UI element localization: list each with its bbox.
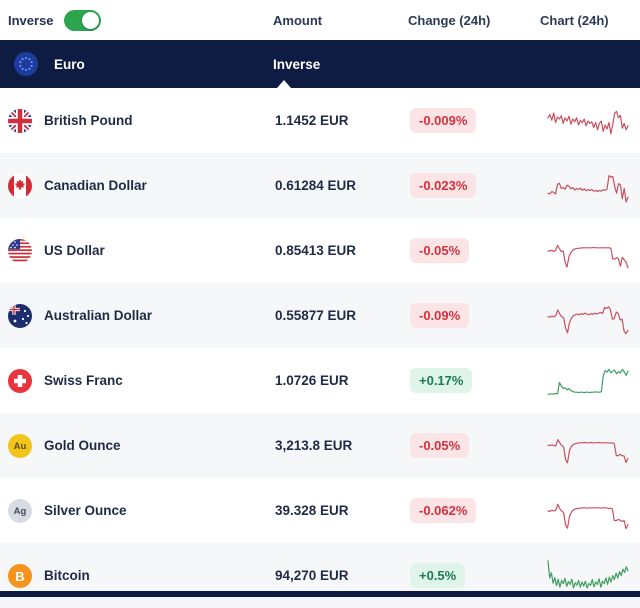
amount-value: 3,213.8 EUR bbox=[273, 438, 408, 453]
currency-row[interactable]: Ag Silver Ounce 39.328 EUR-0.062% bbox=[0, 478, 640, 543]
change-cell: -0.09% bbox=[408, 303, 540, 328]
base-currency-row[interactable]: Euro Inverse bbox=[0, 40, 640, 88]
change-badge: -0.05% bbox=[410, 238, 469, 263]
currency-name: Swiss Franc bbox=[44, 373, 123, 388]
sparkline-chart bbox=[540, 98, 640, 144]
change-cell: +0.17% bbox=[408, 368, 540, 393]
currency-cell: Australian Dollar bbox=[0, 304, 273, 328]
amount-value: 0.85413 EUR bbox=[273, 243, 408, 258]
change-cell: -0.009% bbox=[408, 108, 540, 133]
change-cell: -0.05% bbox=[408, 238, 540, 263]
currency-name: Australian Dollar bbox=[44, 308, 152, 323]
column-header-chart: Chart (24h) bbox=[540, 13, 640, 28]
currency-row[interactable]: Au Gold Ounce 3,213.8 EUR-0.05% bbox=[0, 413, 640, 478]
svg-text:Ag: Ag bbox=[14, 506, 27, 517]
au-flag-icon bbox=[8, 304, 32, 328]
currency-row[interactable]: Canadian Dollar 0.61284 EUR-0.023% bbox=[0, 153, 640, 218]
svg-text:Au: Au bbox=[14, 441, 27, 452]
currency-cell: Ag Silver Ounce bbox=[0, 499, 273, 523]
ca-flag-icon bbox=[8, 174, 32, 198]
inverse-toggle-label: Inverse bbox=[8, 13, 54, 28]
currency-cell: British Pound bbox=[0, 109, 273, 133]
inverse-column-label: Inverse bbox=[273, 57, 640, 72]
change-badge: +0.17% bbox=[410, 368, 472, 393]
amount-value: 94,270 EUR bbox=[273, 568, 408, 583]
currency-cell: Canadian Dollar bbox=[0, 174, 273, 198]
sparkline-chart bbox=[540, 293, 640, 339]
currency-cell: US Dollar bbox=[0, 239, 273, 263]
change-cell: -0.05% bbox=[408, 433, 540, 458]
ch-flag-icon bbox=[8, 369, 32, 393]
column-header-amount: Amount bbox=[273, 13, 408, 28]
change-cell: -0.023% bbox=[408, 173, 540, 198]
currency-row[interactable]: Swiss Franc 1.0726 EUR+0.17% bbox=[0, 348, 640, 413]
footer-divider bbox=[0, 591, 640, 597]
currency-row[interactable]: British Pound 1.1452 EUR-0.009% bbox=[0, 88, 640, 153]
amount-value: 1.0726 EUR bbox=[273, 373, 408, 388]
currency-row[interactable]: US Dollar 0.85413 EUR-0.05% bbox=[0, 218, 640, 283]
sparkline-chart bbox=[540, 163, 640, 209]
base-currency-cell: Euro bbox=[0, 52, 273, 76]
toggle-knob-icon bbox=[82, 12, 99, 29]
change-badge: -0.05% bbox=[410, 433, 469, 458]
change-cell: -0.062% bbox=[408, 498, 540, 523]
currency-name: Gold Ounce bbox=[44, 438, 121, 453]
inverse-toggle-group: Inverse bbox=[0, 10, 273, 31]
change-badge: -0.009% bbox=[410, 108, 476, 133]
sparkline-chart bbox=[540, 423, 640, 469]
currency-row[interactable]: B Bitcoin 94,270 EUR+0.5% bbox=[0, 543, 640, 608]
currency-name: Canadian Dollar bbox=[44, 178, 147, 193]
sparkline-chart bbox=[540, 358, 640, 404]
eu-flag-icon bbox=[14, 52, 38, 76]
amount-value: 0.61284 EUR bbox=[273, 178, 408, 193]
column-header-change: Change (24h) bbox=[408, 13, 540, 28]
change-badge: -0.023% bbox=[410, 173, 476, 198]
us-flag-icon bbox=[8, 239, 32, 263]
amount-value: 0.55877 EUR bbox=[273, 308, 408, 323]
inverse-toggle-switch[interactable] bbox=[64, 10, 101, 31]
change-badge: -0.062% bbox=[410, 498, 476, 523]
sparkline-chart bbox=[540, 488, 640, 534]
sparkline-chart bbox=[540, 228, 640, 274]
uk-flag-icon bbox=[8, 109, 32, 133]
currency-name: US Dollar bbox=[44, 243, 105, 258]
change-badge: -0.09% bbox=[410, 303, 469, 328]
change-cell: +0.5% bbox=[408, 563, 540, 588]
svg-text:B: B bbox=[15, 569, 24, 584]
btc-icon: B bbox=[8, 564, 32, 588]
rows: British Pound 1.1452 EUR-0.009% Canadian D… bbox=[0, 88, 640, 608]
base-currency-name: Euro bbox=[54, 57, 85, 72]
change-badge: +0.5% bbox=[410, 563, 465, 588]
caret-up-icon bbox=[277, 80, 291, 88]
currency-name: Silver Ounce bbox=[44, 503, 127, 518]
amount-value: 1.1452 EUR bbox=[273, 113, 408, 128]
table-header: Inverse Amount Change (24h) Chart (24h) bbox=[0, 0, 640, 40]
amount-value: 39.328 EUR bbox=[273, 503, 408, 518]
currency-cell: Swiss Franc bbox=[0, 369, 273, 393]
currency-name: British Pound bbox=[44, 113, 133, 128]
currency-name: Bitcoin bbox=[44, 568, 90, 583]
currency-cell: B Bitcoin bbox=[0, 564, 273, 588]
currency-cell: Au Gold Ounce bbox=[0, 434, 273, 458]
gold-icon: Au bbox=[8, 434, 32, 458]
currency-row[interactable]: Australian Dollar 0.55877 EUR-0.09% bbox=[0, 283, 640, 348]
silver-icon: Ag bbox=[8, 499, 32, 523]
